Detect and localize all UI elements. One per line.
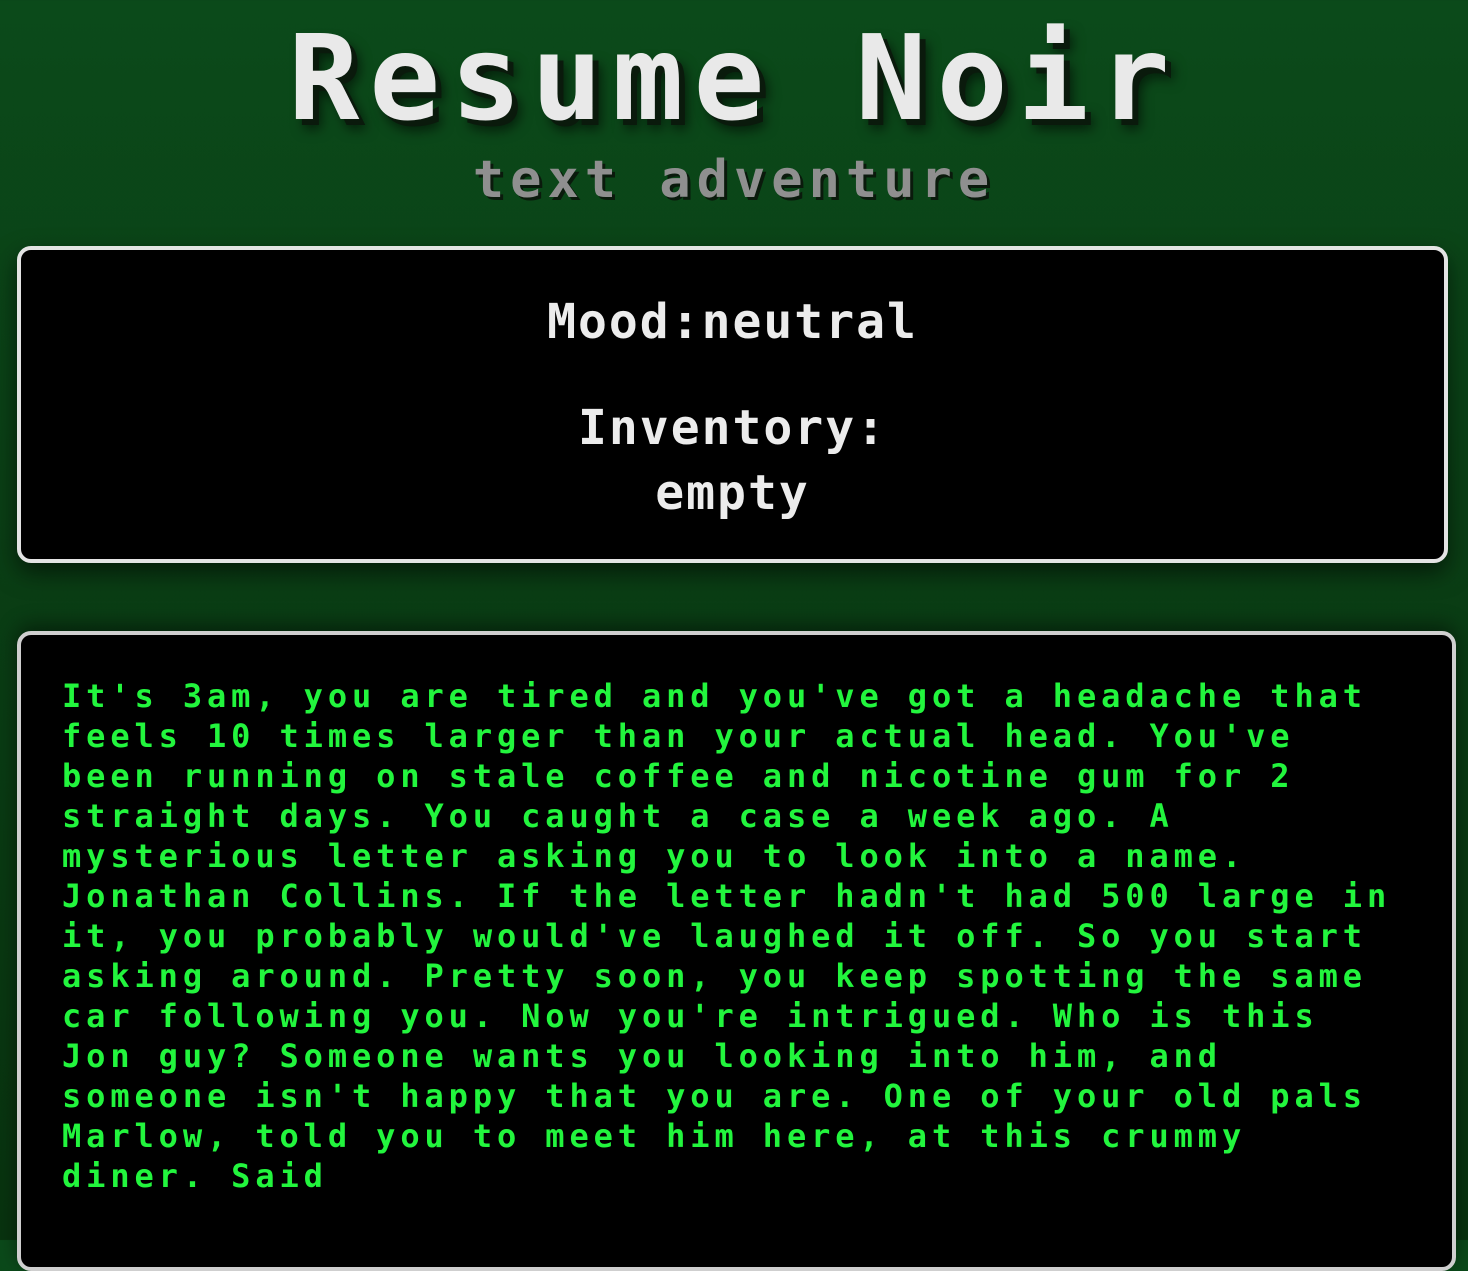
mood-value: neutral [701,294,918,350]
inventory-value: empty [655,465,810,521]
mood-label: Mood: [547,294,702,350]
game-subtitle: text adventure [472,150,996,210]
mood-display: Mood:neutral [21,294,1444,350]
status-panel: Mood:neutral Inventory: empty [17,246,1448,563]
inventory-label: Inventory: [578,400,887,456]
story-text: It's 3am, you are tired and you've got a… [62,677,1416,1195]
story-panel: It's 3am, you are tired and you've got a… [17,631,1456,1271]
game-title: Resume Noir [288,9,1180,147]
